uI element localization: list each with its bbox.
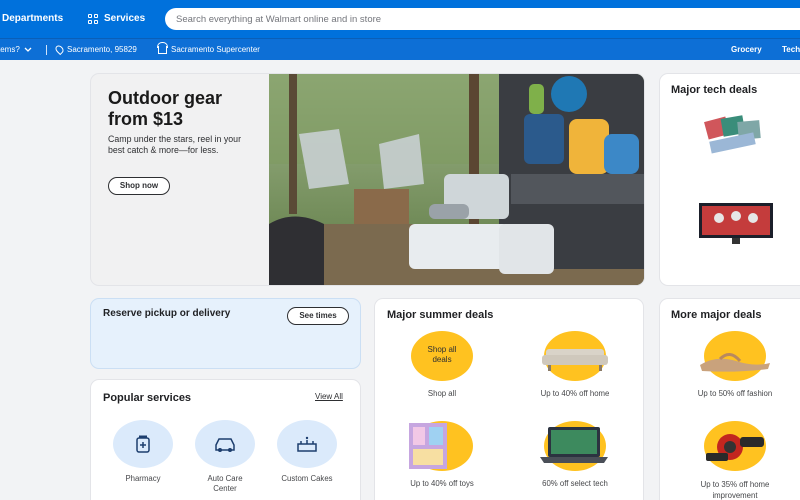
laptop-image xyxy=(540,421,608,471)
hero-banner[interactable]: Outdoor gear from $13 Camp under the sta… xyxy=(91,74,644,285)
laptops-image xyxy=(704,115,761,154)
departments-menu[interactable]: Departments xyxy=(2,13,63,24)
tech-label: Tech xyxy=(782,45,800,54)
services-label: Services xyxy=(104,13,146,24)
grocery-label: Grocery xyxy=(731,45,762,54)
top-nav-bar: Departments Services Search everything a… xyxy=(0,0,800,38)
store-icon xyxy=(157,41,168,54)
items-label: tems? xyxy=(0,45,20,54)
popular-services-title: Popular services xyxy=(103,392,192,404)
service-custom-cakes[interactable]: Custom Cakes xyxy=(277,420,337,484)
search-placeholder: Search everything at Walmart online and … xyxy=(176,13,382,25)
items-dropdown[interactable]: tems? xyxy=(0,45,32,54)
service-label: Pharmacy xyxy=(125,474,161,483)
more-deals-card: More major deals Up to 50% off fashion U… xyxy=(660,299,800,500)
deal-label: Up to 35% off home improvement xyxy=(700,480,770,500)
deal-toys[interactable]: Up to 40% off toys xyxy=(387,421,497,488)
hero-title: Outdoor gear from $13 xyxy=(108,88,223,129)
tech-deals-title: Major tech deals xyxy=(671,84,758,96)
pharmacy-icon xyxy=(113,420,173,468)
shop-now-button[interactable]: Shop now xyxy=(108,177,170,195)
deal-shop-all[interactable]: Shop all deals Shop all xyxy=(387,331,497,398)
tech-link[interactable]: Tech xyxy=(782,45,800,54)
tool-image xyxy=(704,421,766,471)
grocery-link[interactable]: Grocery xyxy=(731,45,762,54)
popular-services-card: Popular services View All Pharmacy Auto … xyxy=(91,380,360,500)
summer-deals-card: Major summer deals Shop all deals Shop a… xyxy=(375,299,643,500)
tv-image xyxy=(699,203,773,244)
chevron-down-icon xyxy=(24,47,32,52)
service-auto-care[interactable]: Auto Care Center xyxy=(195,420,255,494)
summer-deals-title: Major summer deals xyxy=(387,309,494,321)
see-times-button[interactable]: See times xyxy=(287,307,349,325)
deal-home-improvement[interactable]: Up to 35% off home improvement xyxy=(680,421,790,500)
deal-tech[interactable]: 60% off select tech xyxy=(520,421,630,488)
search-input[interactable]: Search everything at Walmart online and … xyxy=(165,8,800,30)
service-label: Auto Care Center xyxy=(207,474,243,493)
grid-icon xyxy=(88,13,98,24)
location-text: Sacramento, 95829 xyxy=(67,45,137,54)
cake-icon xyxy=(277,420,337,468)
location-pin-icon xyxy=(53,43,66,56)
pickup-title: Reserve pickup or delivery xyxy=(103,308,231,319)
more-deals-title: More major deals xyxy=(671,309,762,321)
tech-deals-card[interactable]: Major tech deals xyxy=(660,74,800,285)
store-selector[interactable]: Sacramento Supercenter xyxy=(157,41,260,54)
shop-all-badge: Shop all deals xyxy=(411,331,473,381)
deal-label: Shop all xyxy=(427,389,457,398)
pickup-card: Reserve pickup or delivery See times xyxy=(91,299,360,368)
deal-label: 60% off select tech xyxy=(542,479,608,488)
deal-fashion[interactable]: Up to 50% off fashion xyxy=(680,331,790,398)
view-all-link[interactable]: View All xyxy=(315,392,343,401)
store-text: Sacramento Supercenter xyxy=(171,45,260,54)
shop-all-badge-text: Shop all deals xyxy=(427,345,457,364)
services-menu[interactable]: Services xyxy=(88,13,145,24)
deal-home[interactable]: Up to 40% off home xyxy=(520,331,630,398)
service-label: Custom Cakes xyxy=(281,474,333,483)
deal-label: Up to 50% off fashion xyxy=(697,389,773,398)
sandal-image xyxy=(700,331,770,381)
camping-gear-image xyxy=(269,74,644,285)
location-bar: tems? Sacramento, 95829 Sacramento Super… xyxy=(0,38,800,60)
car-icon xyxy=(195,420,255,468)
hero-subtitle: Camp under the stars, reel in your best … xyxy=(108,134,241,155)
location-selector[interactable]: Sacramento, 95829 xyxy=(53,43,137,56)
deal-label: Up to 40% off toys xyxy=(410,479,474,488)
service-pharmacy[interactable]: Pharmacy xyxy=(113,420,173,484)
deal-label: Up to 40% off home xyxy=(540,389,610,398)
divider xyxy=(46,45,47,55)
toys-image xyxy=(409,421,473,471)
sofa-image xyxy=(542,331,608,381)
